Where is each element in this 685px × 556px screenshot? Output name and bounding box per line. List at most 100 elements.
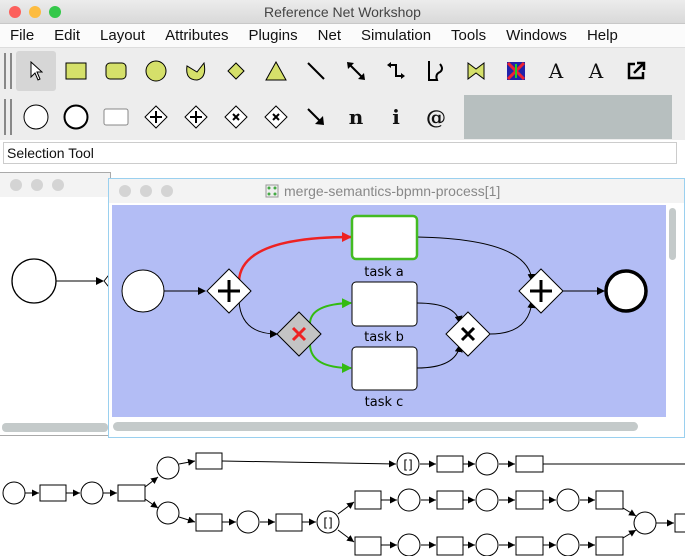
transition[interactable]: [436, 536, 464, 556]
horizontal-scrollbar[interactable]: [2, 423, 108, 432]
i-tool-button[interactable]: i: [376, 97, 416, 137]
polygon-tool-button[interactable]: [176, 51, 216, 91]
exclusive-gateway-alt-tool-button[interactable]: [256, 97, 296, 137]
status-bar: Selection Tool: [3, 142, 677, 164]
connection-tool-button[interactable]: [336, 51, 376, 91]
start-event-icon: [23, 104, 49, 130]
task-b[interactable]: [351, 281, 418, 327]
parallel-gateway-alt-tool-button[interactable]: [176, 97, 216, 137]
transition[interactable]: [195, 513, 223, 532]
triangle-icon: [265, 61, 287, 81]
place[interactable]: [475, 533, 499, 556]
horizontal-scrollbar[interactable]: [113, 422, 638, 431]
menu-windows[interactable]: Windows: [496, 24, 577, 47]
background-drawing-window: [0, 172, 112, 436]
net-places: [2, 452, 657, 556]
task-tool-button[interactable]: [96, 97, 136, 137]
transition[interactable]: [595, 490, 624, 510]
menu-plugins[interactable]: Plugins: [238, 24, 307, 47]
elbow-connection-tool-button[interactable]: [376, 51, 416, 91]
arc-tool-button[interactable]: [296, 97, 336, 137]
net-transitions: [39, 452, 685, 556]
at-tool-button[interactable]: @: [416, 97, 456, 137]
transition[interactable]: [674, 513, 685, 533]
place[interactable]: [156, 501, 180, 525]
place[interactable]: [556, 488, 580, 512]
triangle-tool-button[interactable]: [256, 51, 296, 91]
toolbars: A A n i @: [0, 48, 685, 140]
transition[interactable]: [117, 484, 146, 502]
connected-text-tool-button[interactable]: A: [576, 51, 616, 91]
close-button[interactable]: [9, 6, 21, 18]
transition[interactable]: [515, 490, 544, 510]
at-icon: @: [426, 105, 446, 129]
exclusive-gateway-tool-button[interactable]: [216, 97, 256, 137]
place[interactable]: [475, 488, 499, 512]
task-a[interactable]: [350, 214, 419, 261]
task-a-label: task a: [364, 265, 403, 280]
zoom-button[interactable]: [49, 6, 61, 18]
rounded-rectangle-tool-button[interactable]: [96, 51, 136, 91]
menu-layout[interactable]: Layout: [90, 24, 155, 47]
image-tool-button[interactable]: [456, 51, 496, 91]
minimize-button[interactable]: [29, 6, 41, 18]
transition[interactable]: [39, 484, 67, 502]
end-event-tool-button[interactable]: [56, 97, 96, 137]
diamond-tool-button[interactable]: [216, 51, 256, 91]
place[interactable]: [397, 533, 421, 556]
vertical-scrollbar[interactable]: [669, 208, 676, 260]
menu-edit[interactable]: Edit: [44, 24, 90, 47]
menu-bar: File Edit Layout Attributes Plugins Net …: [0, 24, 685, 48]
transition[interactable]: [515, 536, 544, 556]
parallel-gateway-tool-button[interactable]: [136, 97, 176, 137]
image-icon: [467, 62, 485, 80]
toolbar-grip[interactable]: [4, 53, 12, 89]
place[interactable]: [156, 456, 180, 480]
rounded-rectangle-icon: [105, 62, 127, 80]
menu-net[interactable]: Net: [308, 24, 351, 47]
toolbar-grip[interactable]: [4, 99, 12, 135]
task-c[interactable]: [351, 346, 418, 391]
transition[interactable]: [195, 452, 223, 470]
start-event[interactable]: [121, 269, 165, 313]
link-tool-button[interactable]: [616, 51, 656, 91]
end-event-icon: [63, 104, 89, 130]
token-label: []: [323, 516, 332, 530]
place[interactable]: [633, 511, 657, 535]
place[interactable]: [556, 533, 580, 556]
color-image-tool-button[interactable]: [496, 51, 536, 91]
rectangle-tool-button[interactable]: [56, 51, 96, 91]
transition[interactable]: [595, 536, 624, 556]
place[interactable]: [2, 481, 26, 505]
menu-simulation[interactable]: Simulation: [351, 24, 441, 47]
transition[interactable]: [436, 490, 464, 510]
scribble-tool-button[interactable]: [416, 51, 456, 91]
diamond-icon: [227, 62, 245, 80]
token-label: []: [403, 458, 412, 472]
start-event[interactable]: [11, 258, 57, 304]
arrow-pointer-icon: [30, 61, 43, 81]
place[interactable]: [397, 488, 421, 512]
background-canvas: [2, 258, 112, 432]
transition[interactable]: [275, 513, 303, 532]
menu-file[interactable]: File: [0, 24, 44, 47]
start-event-tool-button[interactable]: [16, 97, 56, 137]
transition[interactable]: [354, 536, 382, 556]
menu-tools[interactable]: Tools: [441, 24, 496, 47]
selection-tool-button[interactable]: [16, 51, 56, 91]
end-event[interactable]: [604, 269, 648, 313]
text-tool-button[interactable]: A: [536, 51, 576, 91]
place[interactable]: [475, 452, 499, 476]
place[interactable]: [236, 510, 260, 534]
menu-help[interactable]: Help: [577, 24, 628, 47]
transition[interactable]: [515, 455, 544, 473]
transition[interactable]: [436, 455, 464, 473]
n-tool-button[interactable]: n: [336, 97, 376, 137]
place[interactable]: [80, 481, 104, 505]
menu-attributes[interactable]: Attributes: [155, 24, 238, 47]
polygon-icon: [186, 61, 206, 81]
transition[interactable]: [354, 490, 382, 510]
elbow-arrow-icon: [387, 62, 405, 79]
ellipse-tool-button[interactable]: [136, 51, 176, 91]
line-tool-button[interactable]: [296, 51, 336, 91]
